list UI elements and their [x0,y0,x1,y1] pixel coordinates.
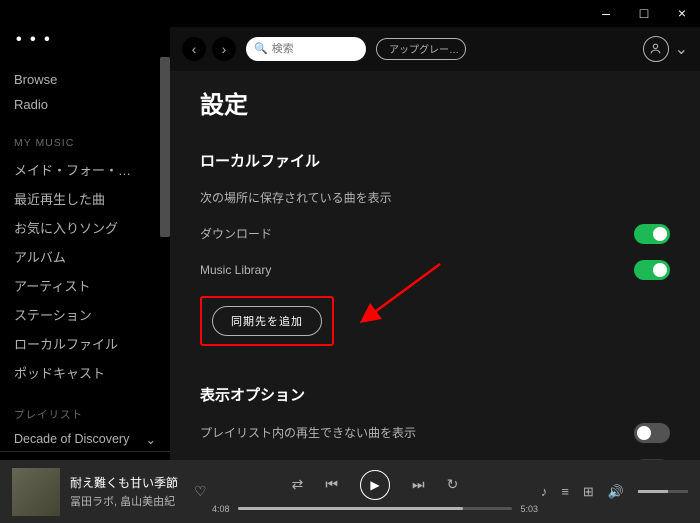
friend-activity-toggle[interactable] [634,459,670,460]
prev-button[interactable]: ⏮ [325,476,338,493]
add-source-button[interactable]: 同期先を追加 [212,306,322,336]
music-library-label: Music Library [200,263,271,277]
user-menu[interactable]: ⌄ [643,36,688,62]
track-artist[interactable]: 冨田ラボ, 畠山美由紀 [70,493,178,509]
settings-panel: 設定 ローカルファイル 次の場所に保存されている曲を表示 ダウンロード Musi… [170,71,700,460]
chevron-down-icon: ⌄ [675,39,688,59]
sidebar-scrollbar[interactable] [160,57,170,237]
mymusic-liked[interactable]: お気に入りソング [14,213,156,242]
topbar: ‹ › 🔍 アップグレー… ⌄ [170,27,700,71]
mymusic-artists[interactable]: アーティスト [14,271,156,300]
time-total: 5:03 [520,504,538,514]
music-library-toggle[interactable] [634,260,670,280]
lyrics-icon[interactable]: ♪ [541,484,548,499]
mymusic-madefor[interactable]: メイド・フォー・… [14,155,156,184]
mymusic-localfiles[interactable]: ローカルファイル [14,329,156,358]
section-playlists: プレイリスト [14,407,156,422]
player-bar: 耐え難くも甘い季節 冨田ラボ, 畠山美由紀 ♡ ⇄ ⏮ ▶ ⏭ ↻ 4:08 5… [0,460,700,523]
playlist-label: Decade of Discovery [14,432,129,446]
close-button[interactable]: × [672,5,692,21]
progress-bar[interactable] [238,507,513,510]
maximize-button[interactable]: □ [634,5,654,21]
display-options-header: 表示オプション [200,384,670,405]
like-button[interactable]: ♡ [194,483,207,500]
mymusic-stations[interactable]: ステーション [14,300,156,329]
upgrade-button[interactable]: アップグレー… [376,38,466,60]
mymusic-albums[interactable]: アルバム [14,242,156,271]
nav-back-button[interactable]: ‹ [182,37,206,61]
volume-icon[interactable]: 🔊 [608,484,624,500]
progress-fill [238,507,463,510]
devices-icon[interactable]: ⊞ [583,484,594,500]
mymusic-podcasts[interactable]: ポッドキャスト [14,358,156,387]
minimize-button[interactable]: – [596,5,616,21]
album-art[interactable] [12,468,60,516]
track-title[interactable]: 耐え難くも甘い季節 [70,474,178,491]
playlist-decade[interactable]: Decade of Discovery ⌄ [14,428,156,451]
unavailable-label: プレイリスト内の再生できない曲を表示 [200,424,416,441]
download-label: ダウンロード [200,225,272,242]
local-files-desc: 次の場所に保存されている曲を表示 [200,189,670,206]
nav-forward-button[interactable]: › [212,37,236,61]
mymusic-recent[interactable]: 最近再生した曲 [14,184,156,213]
repeat-button[interactable]: ↻ [447,476,459,493]
download-toggle[interactable] [634,224,670,244]
play-button[interactable]: ▶ [360,470,390,500]
unavailable-toggle[interactable] [634,423,670,443]
page-title: 設定 [200,85,670,120]
window-titlebar: – □ × [0,0,700,27]
section-mymusic: MY MUSIC [14,137,156,149]
sidebar: • • • Browse Radio MY MUSIC メイド・フォー・… 最近… [0,27,170,460]
nav-browse[interactable]: Browse [14,67,156,92]
time-elapsed: 4:08 [212,504,230,514]
shuffle-button[interactable]: ⇄ [292,476,304,493]
user-icon [643,36,669,62]
volume-bar[interactable] [638,490,688,493]
search-input[interactable] [272,43,352,55]
menu-ellipsis[interactable]: • • • [16,31,156,49]
volume-fill [638,490,668,493]
new-playlist-button[interactable]: + 新規プレイリスト [0,451,170,460]
next-button[interactable]: ⏭ [412,476,425,493]
search-box[interactable]: 🔍 [246,37,366,61]
search-icon: 🔍 [254,42,268,55]
nav-radio[interactable]: Radio [14,92,156,117]
local-files-header: ローカルファイル [200,150,670,171]
add-source-highlight: 同期先を追加 [200,296,334,346]
chevron-down-icon: ⌄ [146,432,156,447]
queue-icon[interactable]: ≡ [561,484,569,499]
